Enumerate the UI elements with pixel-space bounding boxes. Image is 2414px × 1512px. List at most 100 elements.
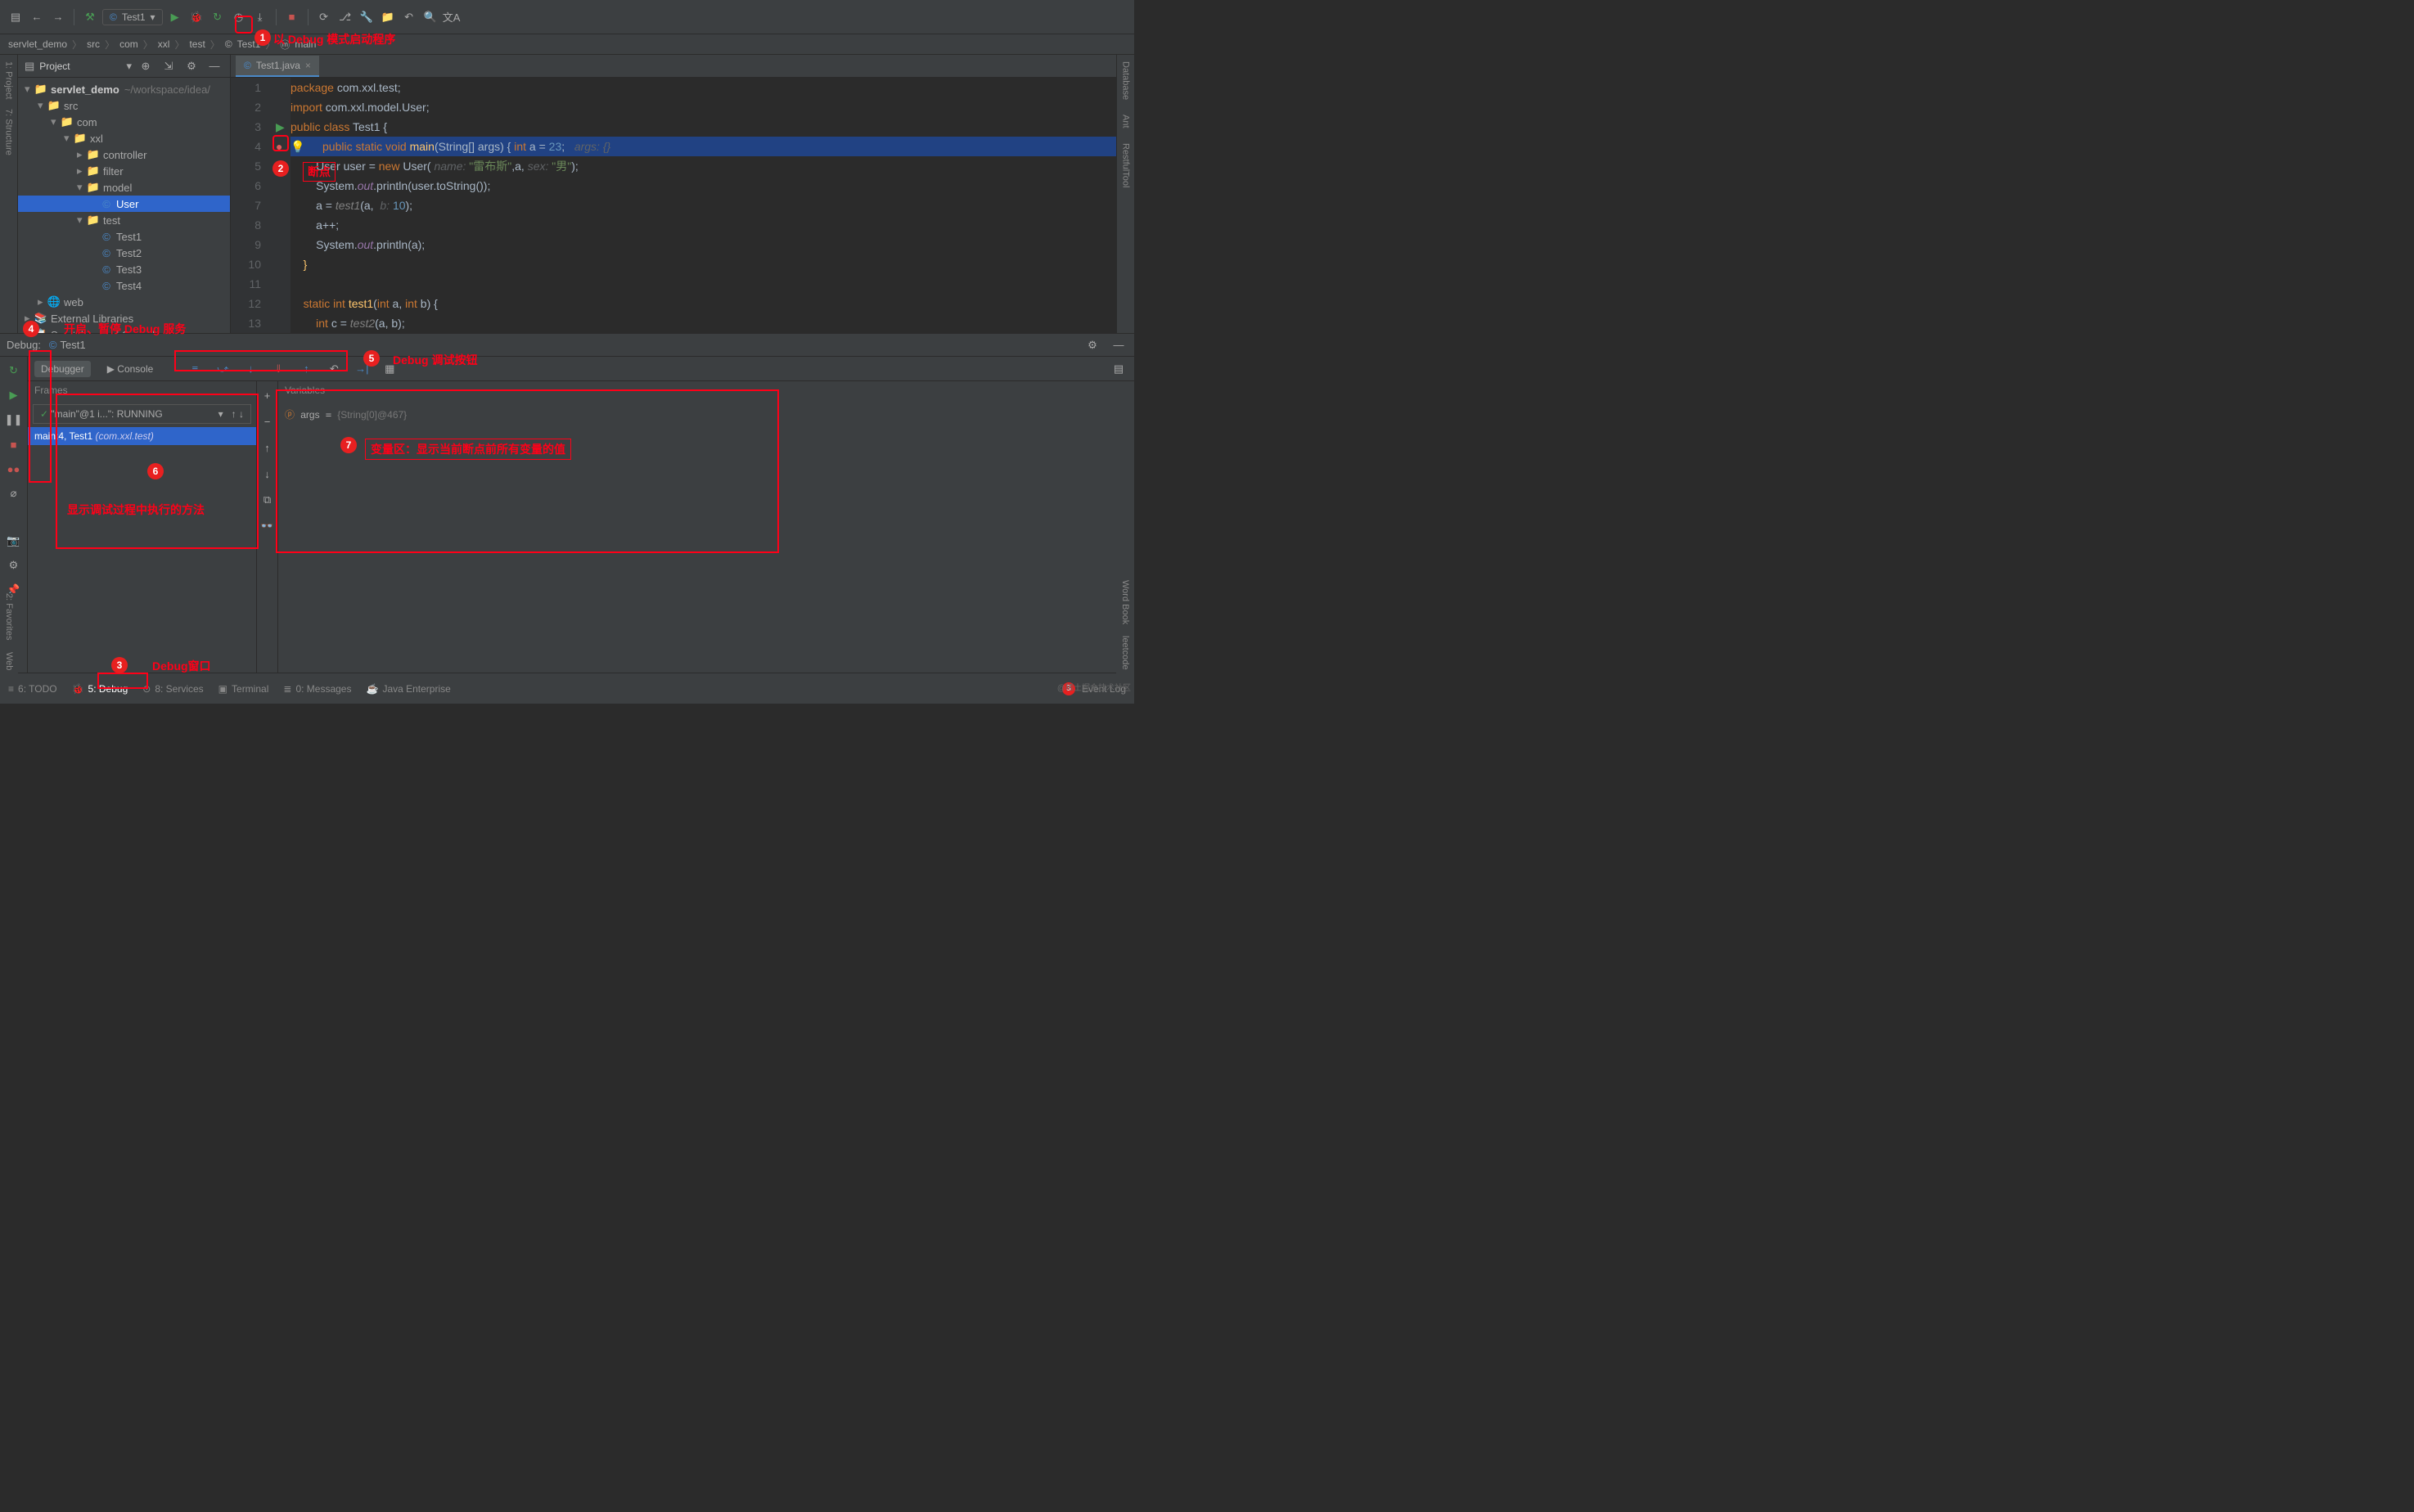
tab-terminal[interactable]: ▣Terminal: [218, 683, 269, 695]
stripe-web[interactable]: Web: [4, 652, 14, 670]
wrench-icon[interactable]: 🔧: [358, 8, 376, 26]
tree-row[interactable]: 📋Scratches and Consoles: [18, 326, 230, 333]
forward-icon[interactable]: →: [49, 8, 67, 26]
debug-icon[interactable]: 🐞: [187, 8, 205, 26]
bc-1[interactable]: src: [87, 38, 100, 50]
tree-row[interactable]: ▾📁model: [18, 179, 230, 196]
tree-row[interactable]: ©Test2: [18, 245, 230, 261]
lang-icon[interactable]: 文A: [443, 8, 461, 26]
bc-5[interactable]: Test1: [237, 38, 261, 50]
tree-row[interactable]: ©User: [18, 196, 230, 212]
stripe-project[interactable]: 1: Project: [4, 61, 14, 99]
tree-row[interactable]: ©Test3: [18, 261, 230, 277]
add-watch-icon[interactable]: +: [259, 386, 277, 404]
tree-row[interactable]: ▾📁xxl: [18, 130, 230, 146]
tree-row[interactable]: ▾📁src: [18, 97, 230, 114]
vars-content[interactable]: ⓟ args = {String[0]@467}: [278, 401, 1134, 673]
attach-icon[interactable]: ⤓: [251, 8, 269, 26]
status-bar: ≡6: TODO 🐞5: Debug ⊙8: Services ▣Termina…: [0, 673, 1134, 704]
tab-debug-bottom[interactable]: 🐞5: Debug: [72, 683, 128, 695]
tab-console[interactable]: ▶ Console: [101, 361, 160, 377]
bc-3[interactable]: xxl: [158, 38, 170, 50]
target-icon[interactable]: ⊕: [137, 57, 155, 75]
settings-icon[interactable]: ⚙: [5, 556, 23, 574]
run-to-cursor-icon[interactable]: →|: [353, 360, 371, 378]
tab-messages[interactable]: ≣0: Messages: [283, 683, 351, 695]
stripe-ant[interactable]: Ant: [1121, 115, 1131, 128]
evaluate-icon[interactable]: ▦: [381, 360, 399, 378]
collapse-icon[interactable]: ⇲: [160, 57, 178, 75]
tree-row[interactable]: ▸📚External Libraries: [18, 310, 230, 326]
code-content[interactable]: package com.xxl.test;import com.xxl.mode…: [290, 78, 1116, 333]
expand-icon[interactable]: ▤: [7, 8, 25, 26]
coverage-icon[interactable]: ↻: [209, 8, 227, 26]
bc-6[interactable]: main: [295, 38, 316, 50]
tree-row[interactable]: ▸📁controller: [18, 146, 230, 163]
tab-services[interactable]: ⊙8: Services: [142, 683, 203, 695]
gear-icon[interactable]: ⚙: [182, 57, 200, 75]
tree-row[interactable]: ©Test1: [18, 228, 230, 245]
camera-icon[interactable]: 📷: [5, 532, 23, 550]
stripe-favorites[interactable]: 2: Favorites: [4, 593, 14, 640]
vcs-icon[interactable]: ⎇: [336, 8, 354, 26]
glasses-icon[interactable]: 👓: [259, 517, 277, 535]
variables-panel: + − ↑ ↓ ⧉ 👓 Variables ⓟ args = {String[0…: [257, 381, 1134, 673]
resume-icon[interactable]: ▶: [5, 386, 23, 404]
run-config-select[interactable]: ©Test1▾: [102, 9, 163, 25]
run-icon[interactable]: ▶: [166, 8, 184, 26]
debug-hide-icon[interactable]: —: [1110, 336, 1128, 354]
left-tool-stripe: 1: Project 7: Structure: [0, 55, 18, 333]
step-over-icon[interactable]: ⤻: [214, 360, 232, 378]
line-gutter[interactable]: 12345678910111213: [231, 78, 276, 333]
project-tree[interactable]: ▾📁servlet_demo~/workspace/idea/▾📁src▾📁co…: [18, 78, 230, 333]
gutter-icons[interactable]: ▶●: [276, 78, 290, 333]
mute-bp-icon[interactable]: ⌀: [5, 484, 23, 502]
tab-debugger[interactable]: Debugger: [34, 361, 91, 377]
back-icon[interactable]: ←: [28, 8, 46, 26]
step-into-icon[interactable]: ↓: [241, 360, 259, 378]
stop-debug-icon[interactable]: ■: [5, 435, 23, 453]
copy-icon[interactable]: ⧉: [259, 491, 277, 509]
drop-frame-icon[interactable]: ↶: [325, 360, 343, 378]
stripe-wordbook[interactable]: Word Book: [1120, 580, 1130, 624]
tree-row[interactable]: ▾📁servlet_demo~/workspace/idea/: [18, 81, 230, 97]
stripe-database[interactable]: Database: [1121, 61, 1131, 100]
tree-row[interactable]: ©Test4: [18, 277, 230, 294]
tab-todo[interactable]: ≡6: TODO: [8, 683, 57, 695]
folder-icon[interactable]: 📁: [379, 8, 397, 26]
layout-icon[interactable]: ▤: [1110, 360, 1128, 378]
stripe-restful[interactable]: RestfulTool: [1121, 143, 1131, 187]
search-icon[interactable]: 🔍: [421, 8, 439, 26]
breakpoints-icon[interactable]: ●●: [5, 460, 23, 478]
stripe-leetcode[interactable]: leetcode: [1120, 636, 1130, 670]
remove-watch-icon[interactable]: −: [259, 412, 277, 430]
tab-test1[interactable]: ©Test1.java×: [236, 56, 319, 77]
thread-selector[interactable]: ✓ "main"@1 i...": RUNNING ▾ ↑ ↓: [33, 404, 251, 424]
profile-icon[interactable]: ◷: [230, 8, 248, 26]
frame-row[interactable]: main:4, Test1 (com.xxl.test): [28, 427, 256, 445]
stripe-structure[interactable]: 7: Structure: [4, 109, 14, 155]
force-step-into-icon[interactable]: ⇓: [269, 360, 287, 378]
watermark: @稀土掘金技术社区: [1057, 681, 1131, 693]
down-icon[interactable]: ↓: [259, 465, 277, 483]
tree-row[interactable]: ▸📁filter: [18, 163, 230, 179]
bc-4[interactable]: test: [189, 38, 205, 50]
show-exec-icon[interactable]: ≡: [186, 360, 204, 378]
hammer-icon[interactable]: ⚒: [81, 8, 99, 26]
hide-icon[interactable]: —: [205, 57, 223, 75]
step-out-icon[interactable]: ↑: [297, 360, 315, 378]
bc-2[interactable]: com: [119, 38, 138, 50]
debug-gear-icon[interactable]: ⚙: [1083, 336, 1101, 354]
stop-icon[interactable]: ■: [283, 8, 301, 26]
tree-row[interactable]: ▸🌐web: [18, 294, 230, 310]
update-icon[interactable]: ⟳: [315, 8, 333, 26]
rerun-icon[interactable]: ↻: [5, 362, 23, 380]
back2-icon[interactable]: ↶: [400, 8, 418, 26]
up-icon[interactable]: ↑: [259, 439, 277, 457]
tree-row[interactable]: ▾📁test: [18, 212, 230, 228]
tab-javaee[interactable]: ☕Java Enterprise: [366, 683, 450, 695]
tree-row[interactable]: ▾📁com: [18, 114, 230, 130]
pause-icon[interactable]: ❚❚: [5, 411, 23, 429]
main-toolbar: ▤ ← → ⚒ ©Test1▾ ▶ 🐞 ↻ ◷ ⤓ ■ ⟳ ⎇ 🔧 📁 ↶ 🔍 …: [0, 0, 1134, 34]
bc-0[interactable]: servlet_demo: [8, 38, 67, 50]
